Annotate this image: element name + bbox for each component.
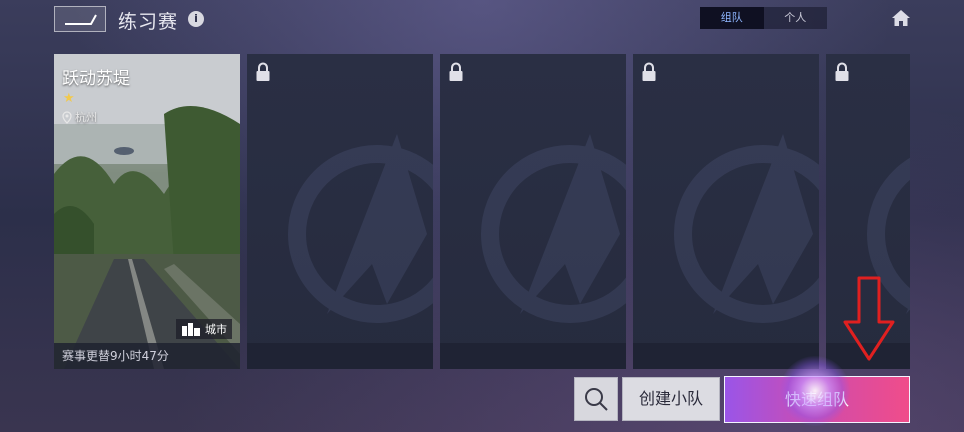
info-icon[interactable]: i: [188, 11, 204, 27]
card-footer: [247, 343, 433, 369]
track-card-list: 跃动苏堤 ★ 杭州 城市 赛事更替9小时47分: [54, 54, 910, 369]
bottom-action-bar: 创建小队 快速组队: [0, 369, 964, 432]
track-location: 杭州: [62, 109, 97, 125]
card-footer: [633, 343, 819, 369]
track-type-label: 城市: [205, 323, 227, 336]
track-name: 跃动苏堤: [62, 69, 130, 89]
emblem-watermark-icon: [481, 134, 626, 323]
track-card-featured[interactable]: 跃动苏堤 ★ 杭州 城市 赛事更替9小时47分: [54, 54, 240, 369]
lock-icon: [642, 62, 656, 81]
back-button[interactable]: [54, 6, 106, 32]
mode-toggle: 组队 个人: [700, 7, 827, 29]
card-footer: [440, 343, 626, 369]
difficulty-stars: ★: [63, 91, 75, 106]
tab-team[interactable]: 组队: [700, 7, 764, 29]
location-pin-icon: [62, 110, 72, 124]
lock-icon: [449, 62, 463, 81]
quick-match-button[interactable]: 快速组队: [724, 376, 910, 423]
home-icon[interactable]: [891, 9, 911, 27]
search-icon: [585, 388, 608, 411]
back-arrow-icon: [65, 14, 97, 25]
track-card-locked[interactable]: [440, 54, 626, 369]
lock-icon: [256, 62, 270, 81]
create-team-button[interactable]: 创建小队: [622, 377, 720, 421]
lock-icon: [835, 62, 849, 81]
page-title: 练习赛: [118, 11, 179, 33]
location-label: 杭州: [75, 111, 97, 124]
top-bar: 练习赛 i 组队 个人: [0, 0, 964, 40]
rotation-countdown: 赛事更替9小时47分: [54, 343, 240, 369]
search-button[interactable]: [574, 377, 618, 421]
track-card-locked[interactable]: [247, 54, 433, 369]
emblem-watermark-icon: [288, 134, 433, 323]
track-type-tag: 城市: [176, 319, 232, 339]
annotation-arrow-down-icon: [843, 276, 895, 361]
tab-solo[interactable]: 个人: [764, 7, 828, 29]
emblem-watermark-icon: [674, 134, 819, 323]
track-card-locked[interactable]: [633, 54, 819, 369]
city-buildings-icon: [182, 323, 200, 336]
